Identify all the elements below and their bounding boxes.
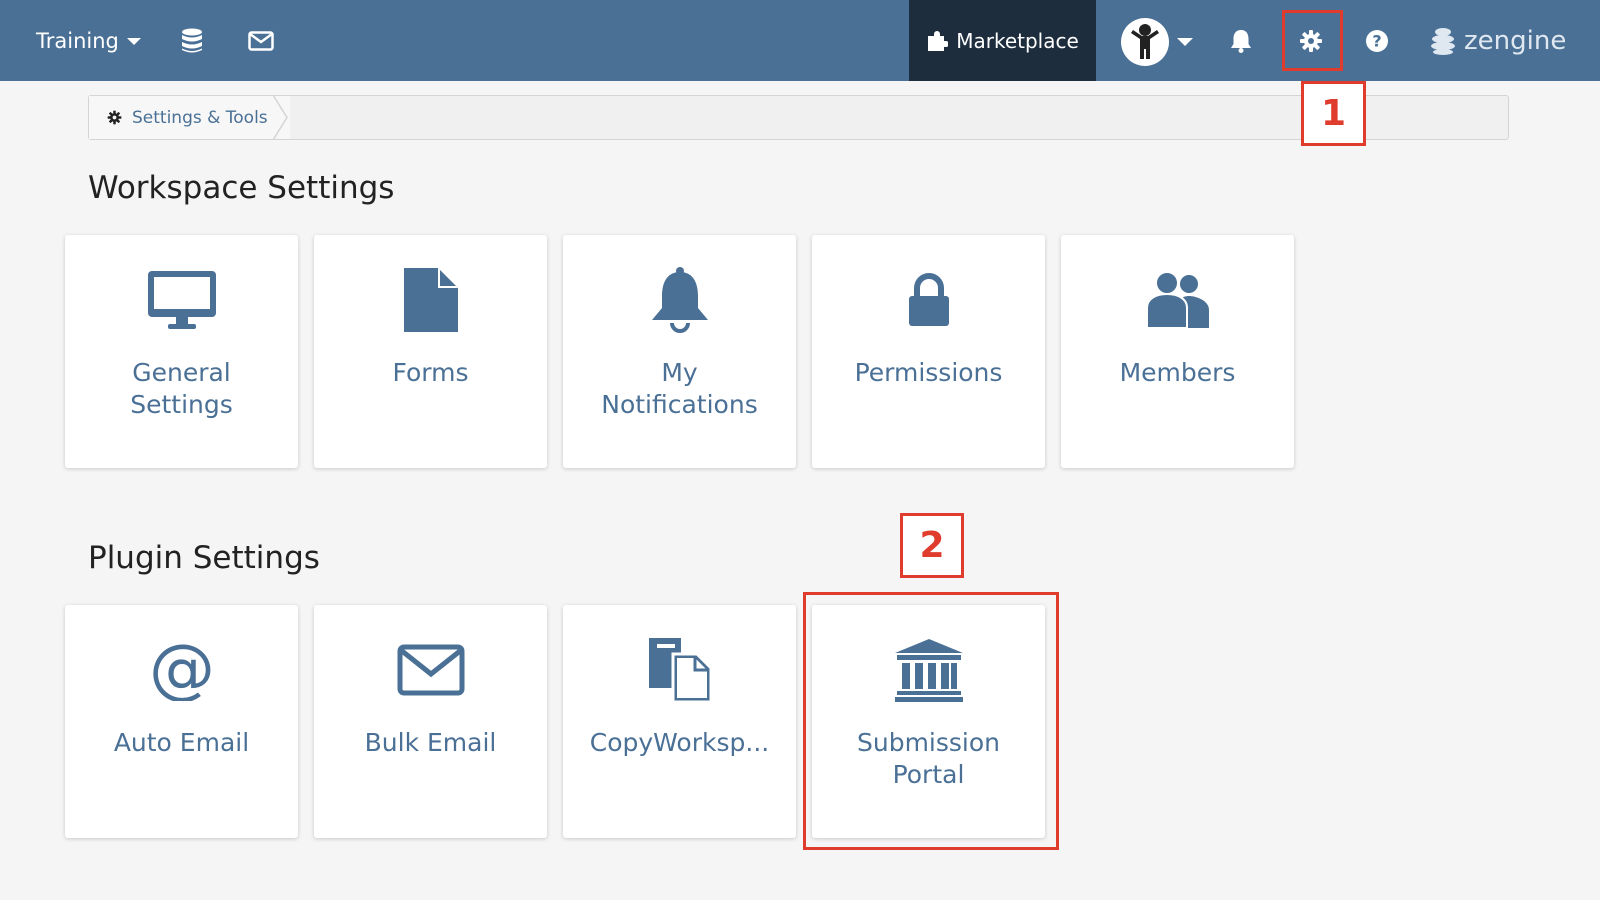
breadcrumb-label: Settings & Tools: [132, 107, 268, 128]
annotation-number: 2: [919, 525, 945, 566]
database-icon: [182, 28, 202, 53]
chevron-down-icon: [126, 37, 141, 45]
marketplace-button[interactable]: Marketplace: [909, 0, 1096, 81]
copy-icon: [648, 638, 712, 704]
tile-label: My Notifications: [601, 358, 758, 419]
tile-label: CopyWorksp...: [589, 728, 770, 757]
monitor-icon: [147, 271, 216, 329]
gear-icon: [107, 110, 122, 125]
tile-label: Bulk Email: [364, 728, 497, 757]
users-icon: [1145, 271, 1209, 329]
tile-label: General Settings: [130, 358, 233, 419]
lock-icon: [908, 273, 949, 326]
tile-auto-email[interactable]: @ Auto Email: [65, 605, 298, 838]
envelope-icon: [397, 644, 464, 696]
tile-general-settings[interactable]: General Settings: [65, 235, 298, 468]
top-navbar: Training Marketplace ? zengine: [0, 0, 1600, 81]
annotation-number: 1: [1320, 93, 1347, 134]
workspace-name: Training: [36, 29, 119, 53]
svg-text:@: @: [151, 639, 213, 701]
tile-label: Members: [1119, 358, 1236, 387]
workspace-settings-title: Workspace Settings: [88, 170, 395, 206]
help-icon: ?: [1366, 30, 1388, 52]
annotation-step-2: 2: [900, 513, 964, 578]
tile-permissions[interactable]: Permissions: [812, 235, 1045, 468]
tile-my-notifications[interactable]: My Notifications: [563, 235, 796, 468]
notifications-button[interactable]: [1222, 20, 1260, 62]
workspace-switcher[interactable]: Training: [36, 20, 141, 62]
tile-label: Auto Email: [113, 728, 250, 757]
avatar: [1121, 18, 1169, 66]
file-icon: [403, 268, 458, 332]
user-menu[interactable]: [1117, 16, 1197, 68]
bell-icon: [651, 267, 708, 333]
help-button[interactable]: ?: [1356, 20, 1398, 62]
zengine-logo-icon: [1431, 28, 1455, 55]
inbox-button[interactable]: [240, 20, 282, 62]
bell-icon: [1231, 30, 1251, 53]
breadcrumb: Settings & Tools: [88, 95, 1509, 140]
database-button[interactable]: [172, 20, 212, 62]
tile-bulk-email[interactable]: Bulk Email: [314, 605, 547, 838]
tile-copy-workspace[interactable]: CopyWorksp...: [563, 605, 796, 838]
plugin-settings-title: Plugin Settings: [88, 540, 320, 576]
at-icon: @: [151, 639, 213, 701]
user-avatar-icon: [1131, 24, 1159, 59]
tile-forms[interactable]: Forms: [314, 235, 547, 468]
svg-text:?: ?: [1372, 32, 1381, 51]
annotation-box-submission-portal: [803, 592, 1059, 850]
breadcrumb-separator: [273, 95, 288, 140]
brand-name: zengine: [1464, 26, 1567, 56]
annotation-box-gear: [1282, 10, 1343, 71]
tile-label: Permissions: [854, 358, 1003, 387]
tile-label: Forms: [392, 358, 469, 387]
breadcrumb-item-settings[interactable]: Settings & Tools: [89, 96, 290, 139]
chevron-down-icon: [1177, 38, 1193, 46]
puzzle-icon: [928, 30, 949, 51]
annotation-step-1: 1: [1301, 81, 1366, 146]
tile-members[interactable]: Members: [1061, 235, 1294, 468]
marketplace-label: Marketplace: [956, 28, 1079, 53]
envelope-icon: [248, 31, 274, 51]
brand-logo: zengine: [1430, 18, 1566, 64]
